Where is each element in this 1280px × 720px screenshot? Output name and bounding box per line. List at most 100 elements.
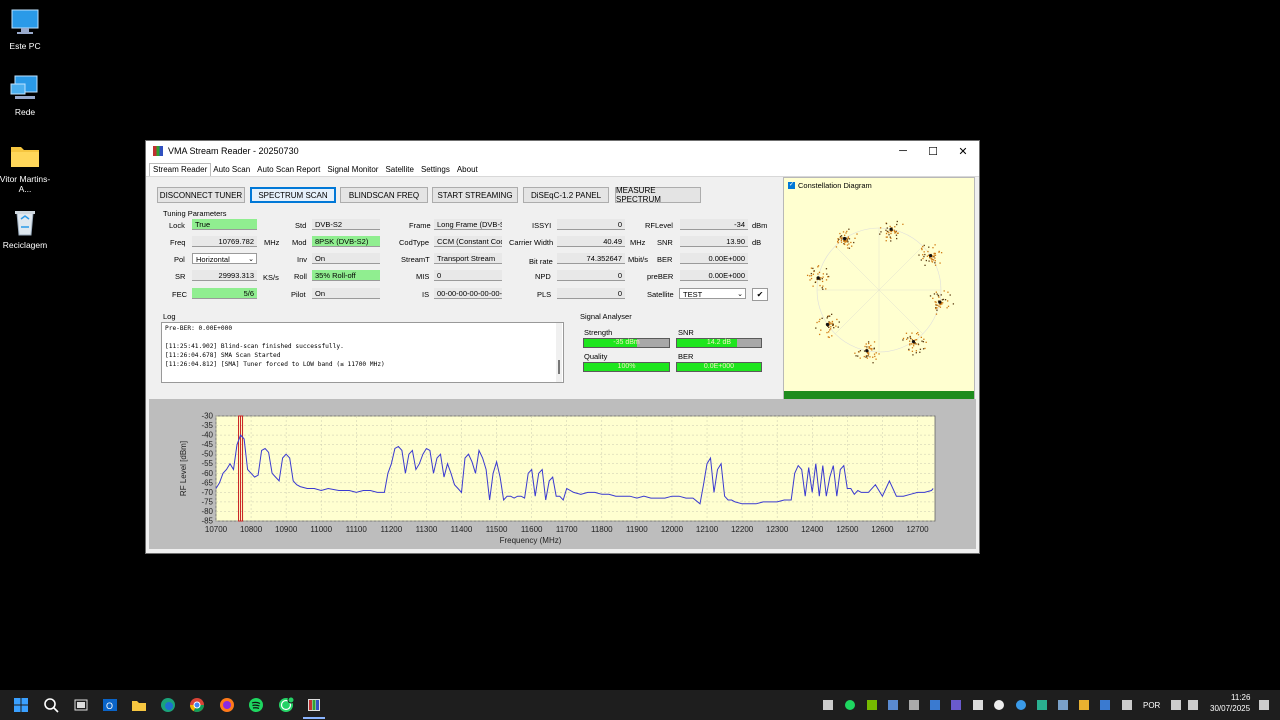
desktop-icon-reciclagem[interactable]: Reciclagem: [0, 207, 55, 250]
sr-value[interactable]: 29993.313: [192, 270, 257, 281]
constellation-checkbox[interactable]: ✓: [788, 182, 795, 189]
nvidia-tray-icon[interactable]: [867, 700, 877, 710]
file-explorer-icon[interactable]: [131, 697, 147, 713]
log-output[interactable]: Pre-BER: 0.00E+000 [11:25:41.902] Blind-…: [161, 322, 564, 383]
constellation-point: [927, 250, 929, 253]
constellation-point: [816, 321, 818, 324]
diseqc-panel-button[interactable]: DiSEqC-1.2 PANEL: [523, 187, 609, 203]
clock-date[interactable]: 30/07/2025: [1210, 704, 1250, 713]
clock-time[interactable]: 11:26: [1231, 693, 1250, 702]
vma-stream-reader-taskbar-icon[interactable]: [306, 697, 322, 713]
menu-satellite[interactable]: Satellite: [383, 165, 418, 176]
x-tick-label: 10900: [275, 525, 298, 534]
constellation-point: [867, 353, 870, 355]
constellation-point: [894, 232, 896, 234]
task-view-icon[interactable]: [73, 697, 89, 713]
windows-start-icon[interactable]: [13, 697, 29, 713]
constellation-point: [936, 304, 939, 306]
desktop-icon-rede[interactable]: Rede: [0, 74, 55, 117]
constellation-point: [857, 355, 859, 357]
desktop-icon-este-pc[interactable]: Este PC: [0, 8, 55, 51]
close-button[interactable]: ✕: [948, 141, 978, 161]
title-bar[interactable]: VMA Stream Reader - 20250730: [146, 141, 979, 161]
constellation-point: [909, 340, 911, 342]
outlook-icon[interactable]: O: [102, 697, 118, 713]
network-status-icon[interactable]: [1171, 700, 1181, 710]
constellation-point: [825, 279, 828, 281]
constellation-point: [848, 238, 851, 240]
language-indicator[interactable]: POR: [1143, 701, 1160, 710]
menu-auto-scan-report[interactable]: Auto Scan Report: [255, 165, 325, 176]
constellation-point: [896, 223, 898, 226]
freq-value[interactable]: 10769.782: [192, 236, 257, 247]
chevron-down-icon: ⌄: [248, 256, 254, 263]
constellation-point: [888, 234, 890, 236]
constellation-point: [924, 347, 926, 350]
constellation-point: [869, 356, 871, 358]
volume-icon[interactable]: [1188, 700, 1198, 710]
pol-select[interactable]: Horizontal ⌄: [192, 253, 257, 264]
steam-tray-icon[interactable]: [1058, 700, 1068, 710]
desktop-icon-user-folder[interactable]: Vitor Martins-A...: [0, 141, 55, 194]
constellation-point: [926, 255, 929, 257]
log-scroll-thumb[interactable]: [558, 360, 560, 374]
tray-app-icon[interactable]: [930, 700, 940, 710]
tray-app-icon[interactable]: [1037, 700, 1047, 710]
tray-app-icon[interactable]: [1079, 700, 1089, 710]
teams-tray-icon[interactable]: [951, 700, 961, 710]
y-tick-label: -70: [201, 488, 213, 497]
menu-about[interactable]: About: [455, 165, 483, 176]
x-axis-label: Frequency (MHz): [500, 536, 562, 545]
spotify-tray-icon[interactable]: [845, 700, 855, 710]
tab-stream-reader[interactable]: Stream Reader: [149, 163, 212, 176]
mis-value: 0: [434, 270, 502, 281]
snr-label: SNR: [657, 238, 673, 247]
constellation-point: [935, 291, 937, 293]
tray-app-icon[interactable]: [823, 700, 833, 710]
onedrive-business-icon[interactable]: [1016, 700, 1026, 710]
constellation-point: [878, 353, 880, 355]
whatsapp-icon[interactable]: [278, 696, 295, 713]
desktop-icon-label: Reciclagem: [2, 240, 48, 250]
constellation-point: [932, 256, 934, 258]
constellation-point: [864, 345, 866, 348]
menu-signal-monitor[interactable]: Signal Monitor: [325, 165, 383, 176]
menu-settings[interactable]: Settings: [419, 165, 455, 176]
maximize-button[interactable]: ☐: [918, 141, 948, 161]
app-icon: [153, 146, 163, 156]
constellation-point: [888, 232, 890, 234]
disconnect-tuner-button[interactable]: DISCONNECT TUNER: [157, 187, 245, 203]
mis-label: MIS: [416, 272, 430, 281]
notifications-icon[interactable]: [1259, 700, 1269, 710]
microphone-icon[interactable]: [1122, 700, 1132, 710]
constellation-point: [848, 247, 851, 249]
satellite-select[interactable]: TEST ⌄: [679, 288, 746, 299]
onedrive-icon[interactable]: [994, 700, 1004, 710]
edge-icon[interactable]: [160, 697, 176, 713]
x-tick-label: 12700: [906, 525, 929, 534]
menu-auto-scan[interactable]: Auto Scan: [211, 165, 255, 176]
bluetooth-icon[interactable]: [1100, 700, 1110, 710]
constellation-point: [872, 362, 874, 364]
tray-app-icon[interactable]: [888, 700, 898, 710]
measure-spectrum-button[interactable]: MEASURE SPECTRUM: [615, 186, 701, 204]
chrome-icon[interactable]: [189, 697, 205, 713]
x-tick-label: 11800: [591, 525, 613, 534]
constellation-point: [911, 350, 914, 352]
blindscan-freq-button[interactable]: BLINDSCAN FREQ: [340, 187, 428, 203]
start-streaming-button[interactable]: START STREAMING: [432, 187, 518, 203]
spotify-icon[interactable]: [248, 697, 264, 713]
tray-app-icon[interactable]: [909, 700, 919, 710]
minimize-button[interactable]: ─: [888, 141, 918, 161]
window-title: VMA Stream Reader - 20250730: [168, 146, 299, 156]
search-icon[interactable]: [43, 697, 59, 713]
taskbar: O POR 11:26 30/07/2025: [0, 690, 1280, 720]
constellation-point: [925, 259, 927, 262]
firefox-icon[interactable]: [219, 697, 235, 713]
confirm-satellite-button[interactable]: ✔: [752, 288, 768, 301]
constellation-point: [825, 288, 827, 290]
spectrum-scan-button[interactable]: SPECTRUM SCAN: [250, 187, 336, 203]
pls-value: 0: [557, 288, 625, 299]
log-line: [11:26:04.678] SMA Scan Started: [165, 352, 281, 359]
tray-app-icon[interactable]: [973, 700, 983, 710]
